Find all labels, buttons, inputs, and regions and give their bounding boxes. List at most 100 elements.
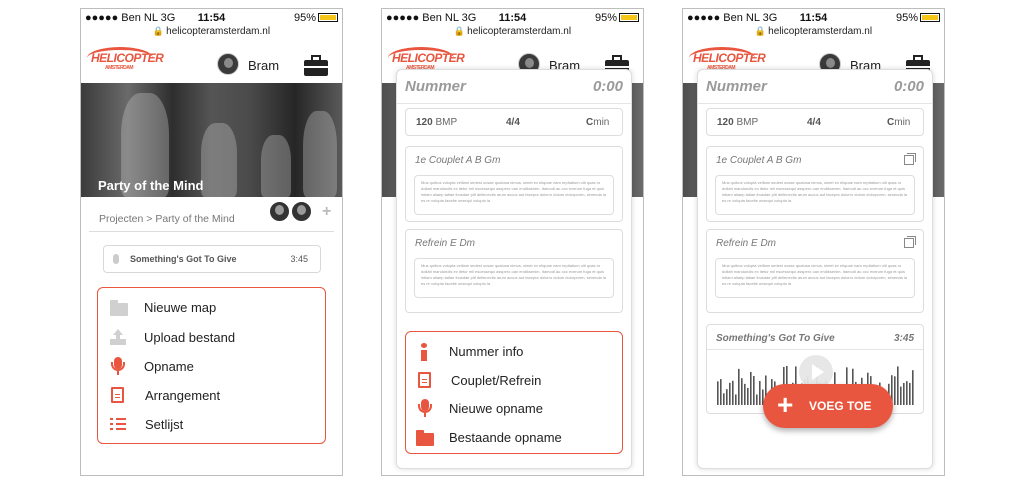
status-bar: ●●●●● Ben NL 3G 11:54 95%: [683, 9, 944, 27]
phone-screen-song-recording: ●●●●● Ben NL 3G 11:54 95% 🔒 helicopterams…: [682, 8, 945, 476]
bpm-unit: BMP: [435, 117, 458, 128]
username[interactable]: Bram: [248, 58, 279, 73]
add-member-icon[interactable]: +: [322, 203, 331, 221]
bpm-value: 120: [416, 117, 433, 128]
user-avatar[interactable]: [217, 53, 239, 75]
divider: [89, 231, 334, 232]
menu-item-new-recording[interactable]: Nieuwe opname: [406, 394, 622, 422]
song-meta[interactable]: 120 BMP 4/4 Cmin: [405, 108, 623, 136]
section-lyrics[interactable]: Mus quibus volupta velliam sedest ocsae …: [414, 258, 614, 298]
section-card[interactable]: Refrein E Dm Mus quibus volupta velliam …: [706, 229, 924, 313]
menu-item-arrangement[interactable]: Arrangement: [98, 382, 325, 410]
key-mode: min: [593, 117, 610, 128]
waveform-bar: [729, 382, 731, 405]
section-card[interactable]: 1e Couplet A B Gm Mus quibus volupta vel…: [706, 146, 924, 222]
track-duration: 3:45: [290, 254, 308, 264]
menu-item-upload[interactable]: Upload bestand: [98, 323, 325, 351]
waveform-bar: [906, 381, 908, 405]
app-header: HELICOPTER AMSTERDAM Bram: [81, 45, 342, 85]
breadcrumb[interactable]: Projecten > Party of the Mind: [99, 213, 235, 225]
section-lyrics[interactable]: Mus quibus volupta velliam sedest ocsae …: [715, 258, 915, 298]
microphone-icon: [111, 357, 125, 375]
duplicate-icon[interactable]: [904, 236, 916, 248]
waveform-bar: [738, 368, 740, 405]
member-avatar[interactable]: [291, 201, 312, 222]
folder-icon: [416, 430, 434, 446]
song-time: 0:00: [592, 78, 623, 95]
waveform-bar: [897, 366, 899, 405]
lock-icon: 🔒: [754, 26, 767, 36]
helicopter-logo[interactable]: HELICOPTER AMSTERDAM: [689, 47, 766, 71]
add-button[interactable]: + VOEG TOE: [763, 384, 893, 428]
battery-indicator: 95%: [294, 12, 338, 24]
menu-item-existing-recording[interactable]: Bestaande opname: [406, 423, 622, 451]
song-panel: Nummer 0:00 120 BMP 4/4 Cmin 1e Couplet …: [396, 69, 632, 469]
menu-item-setlist[interactable]: Setlijst: [98, 411, 325, 439]
address-bar[interactable]: 🔒 helicopteramsterdam.nl: [382, 26, 643, 37]
add-button-label: VOEG TOE: [809, 399, 872, 413]
waveform-bar: [909, 382, 911, 405]
info-icon: [420, 343, 428, 361]
lock-icon: 🔒: [453, 26, 466, 36]
status-bar: ●●●●● Ben NL 3G 11:54 95%: [382, 9, 643, 27]
waveform-bar: [759, 381, 761, 405]
url-text: helicopteramsterdam.nl: [166, 26, 271, 37]
waveform-bar: [756, 394, 758, 405]
waveform-bar: [894, 376, 896, 405]
upload-icon: [110, 329, 126, 345]
document-icon: [111, 387, 124, 403]
waveform-bar: [723, 393, 725, 405]
status-bar: ●●●●● Ben NL 3G 11:54 95%: [81, 9, 342, 27]
section-title: 1e Couplet A B Gm: [716, 155, 802, 166]
track-name: Something's Got To Give: [130, 254, 237, 264]
menu-item-song-info[interactable]: Nummer info: [406, 337, 622, 365]
microphone-icon: [418, 399, 432, 417]
folder-icon: [110, 300, 128, 316]
waveform-bar: [732, 380, 734, 405]
waveform-bar: [720, 379, 722, 405]
project-hero-image: Party of the Mind: [81, 83, 342, 197]
track-item[interactable]: Something's Got To Give 3:45: [103, 245, 321, 273]
song-meta[interactable]: 120 BMP 4/4 Cmin: [706, 108, 924, 136]
section-title: Refrein E Dm: [716, 238, 777, 249]
duplicate-icon[interactable]: [904, 153, 916, 165]
briefcase-icon[interactable]: [304, 54, 328, 76]
waveform-bar: [912, 370, 914, 405]
menu-item-recording[interactable]: Opname: [98, 352, 325, 380]
menu-item-verse-chorus[interactable]: Couplet/Refrein: [406, 366, 622, 394]
waveform-bar: [717, 381, 719, 405]
waveform-bar: [747, 387, 749, 405]
lock-icon: 🔒: [152, 26, 165, 36]
waveform-bar: [744, 383, 746, 405]
plus-icon: +: [777, 389, 794, 420]
section-lyrics[interactable]: Mus quibus volupta velliam sedest ocsae …: [715, 175, 915, 215]
member-avatar[interactable]: [269, 201, 290, 222]
song-title[interactable]: Nummer: [405, 78, 466, 95]
battery-icon: [619, 13, 639, 22]
address-bar[interactable]: 🔒 helicopteramsterdam.nl: [81, 26, 342, 37]
phone-screen-project: ●●●●● Ben NL 3G 11:54 95% 🔒 helicopterams…: [80, 8, 343, 476]
add-menu: Nieuwe map Upload bestand Opname Arrange…: [97, 287, 326, 444]
helicopter-logo[interactable]: HELICOPTER AMSTERDAM: [87, 47, 164, 71]
list-icon: [110, 418, 126, 431]
recording-name: Something's Got To Give: [716, 333, 835, 344]
section-card[interactable]: 1e Couplet A B Gm Mus quibus volupta vel…: [405, 146, 623, 222]
time-signature: 4/4: [506, 117, 520, 128]
microphone-icon: [113, 254, 119, 264]
section-lyrics[interactable]: Mus quibus volupta velliam sedest ocsae …: [414, 175, 614, 215]
battery-indicator: 95%: [896, 12, 940, 24]
project-title: Party of the Mind: [98, 178, 204, 193]
waveform-bar: [900, 386, 902, 405]
menu-item-new-folder[interactable]: Nieuwe map: [98, 293, 325, 321]
section-title: 1e Couplet A B Gm: [415, 155, 501, 166]
battery-percent: 95%: [293, 12, 316, 24]
waveform-bar: [726, 389, 728, 405]
phone-screen-song-add-menu: ●●●●● Ben NL 3G 11:54 95% 🔒 helicopterams…: [381, 8, 644, 476]
battery-icon: [920, 13, 940, 22]
battery-icon: [318, 13, 338, 22]
song-title[interactable]: Nummer: [706, 78, 767, 95]
address-bar[interactable]: 🔒 helicopteramsterdam.nl: [683, 26, 944, 37]
section-card[interactable]: Refrein E Dm Mus quibus volupta velliam …: [405, 229, 623, 313]
helicopter-logo[interactable]: HELICOPTER AMSTERDAM: [388, 47, 465, 71]
section-title: Refrein E Dm: [415, 238, 476, 249]
